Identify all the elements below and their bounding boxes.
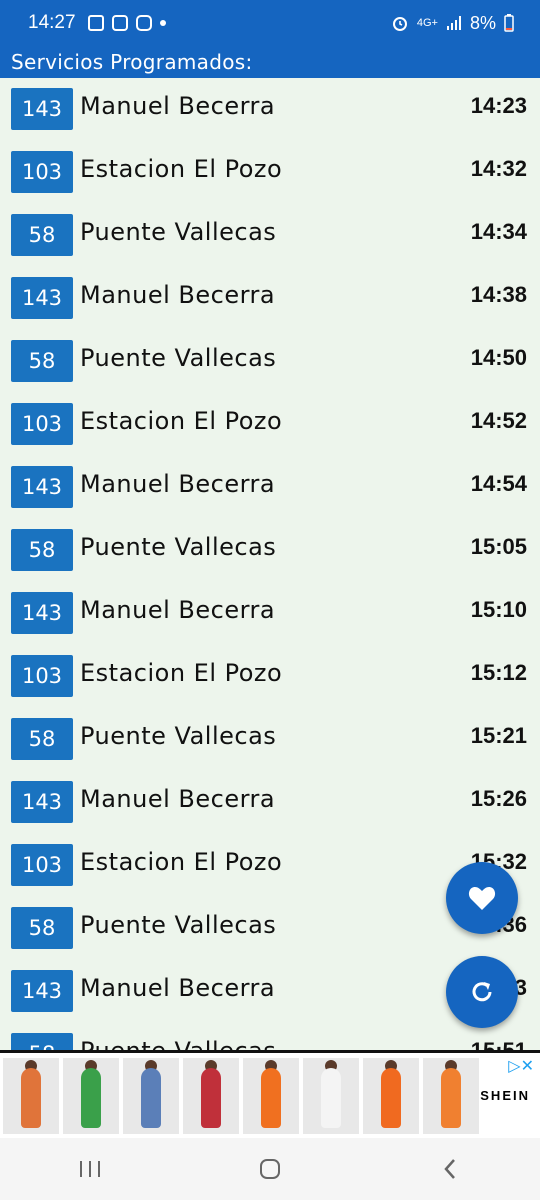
departure-time: 14:38 [470,282,527,307]
service-row[interactable]: 143 Manuel Becerra 14:54 [0,456,540,519]
destination-label: Puente Vallecas [80,1037,276,1050]
service-row[interactable]: 143 Manuel Becerra 14:23 [0,78,540,141]
service-row[interactable]: 58 Puente Vallecas 15:05 [0,519,540,582]
ad-thumbnails[interactable] [3,1057,479,1134]
heart-icon [468,887,496,910]
ad-product-image[interactable] [303,1057,359,1134]
ad-product-image[interactable] [183,1057,239,1134]
ad-product-image[interactable] [123,1057,179,1134]
departure-time: 15:12 [470,660,527,685]
page-title: Servicios Programados: [11,50,253,74]
alarm-icon [392,17,407,31]
adchoices-icon[interactable]: ▷✕ [508,1056,534,1075]
service-row[interactable]: 143 Manuel Becerra 14:38 [0,267,540,330]
line-badge: 103 [11,151,73,193]
destination-label: Puente Vallecas [80,533,277,561]
service-row[interactable]: 103 Estacion El Pozo 14:32 [0,141,540,204]
home-button[interactable] [240,1149,300,1189]
destination-label: Manuel Becerra [80,596,276,624]
battery-icon [504,14,514,32]
destination-label: Puente Vallecas [80,218,277,246]
departure-time: 15:10 [470,597,527,622]
destination-label: Manuel Becerra [80,785,276,813]
back-button[interactable] [420,1149,480,1189]
departure-time: 14:32 [470,156,527,181]
alert-icon [111,15,128,31]
line-badge: 58 [11,214,73,256]
back-icon [444,1159,455,1179]
ad-product-image[interactable] [3,1057,59,1134]
destination-label: Manuel Becerra [80,974,276,1002]
line-badge: 58 [11,718,73,760]
line-badge: 103 [11,655,73,697]
recent-apps-icon [80,1161,100,1177]
status-bar: 14:27 4G+ 8% [0,0,540,46]
service-row[interactable]: 58 Puente Vallecas 14:34 [0,204,540,267]
refresh-button[interactable] [446,956,518,1028]
network-type: 4G+ [416,17,438,29]
line-badge: 58 [11,1033,73,1050]
service-row[interactable]: 143 Manuel Becerra 15:26 [0,771,540,834]
recent-apps-button[interactable] [60,1149,120,1189]
departure-time: 15:21 [470,723,527,748]
favorite-button[interactable] [446,862,518,934]
departure-time: 14:23 [470,93,527,118]
destination-label: Estacion El Pozo [80,659,283,687]
destination-label: Puente Vallecas [80,911,277,939]
departure-time: 15:05 [470,534,527,559]
service-row[interactable]: 103 Estacion El Pozo 15:12 [0,645,540,708]
departure-time: 15:26 [470,786,527,811]
ad-brand[interactable]: SHEIN [480,1088,530,1103]
line-badge: 143 [11,970,73,1012]
service-row[interactable]: 103 Estacion El Pozo 14:52 [0,393,540,456]
line-badge: 58 [11,529,73,571]
home-icon [260,1159,280,1179]
destination-label: Manuel Becerra [80,92,276,120]
departure-time: 14:54 [470,471,527,496]
ad-product-image[interactable] [243,1057,299,1134]
destination-label: Manuel Becerra [80,281,276,309]
service-row[interactable]: 58 Puente Vallecas 15:21 [0,708,540,771]
ad-banner[interactable]: SHEIN ▷✕ [0,1050,540,1138]
ad-product-image[interactable] [63,1057,119,1134]
line-badge: 103 [11,403,73,445]
instagram-icon [135,15,152,31]
destination-label: Puente Vallecas [80,344,277,372]
departure-time: 15:51 [471,1038,527,1050]
destination-label: Estacion El Pozo [80,155,283,183]
departure-time: 14:50 [470,345,527,370]
destination-label: Puente Vallecas [80,722,277,750]
gallery-icon [87,15,104,31]
line-badge: 143 [11,466,73,508]
departure-time: 14:52 [470,408,527,433]
ad-product-image[interactable] [363,1057,419,1134]
service-row[interactable]: 143 Manuel Becerra 15:10 [0,582,540,645]
line-badge: 143 [11,592,73,634]
dot-icon [159,20,166,26]
signal-icon [446,16,461,30]
line-badge: 143 [11,781,73,823]
app-bar: Servicios Programados: [0,46,540,78]
status-time: 14:27 [28,12,76,33]
service-row[interactable]: 58 Puente Vallecas 15:51 [0,1023,540,1050]
line-badge: 58 [11,340,73,382]
destination-label: Estacion El Pozo [80,848,283,876]
departure-time: 14:34 [470,219,527,244]
refresh-icon [472,982,492,1002]
destination-label: Estacion El Pozo [80,407,283,435]
line-badge: 103 [11,844,73,886]
destination-label: Manuel Becerra [80,470,276,498]
line-badge: 143 [11,88,73,130]
line-badge: 143 [11,277,73,319]
system-nav-bar [0,1138,540,1200]
service-row[interactable]: 58 Puente Vallecas 14:50 [0,330,540,393]
line-badge: 58 [11,907,73,949]
battery-percent: 8% [469,12,496,33]
ad-product-image[interactable] [423,1057,479,1134]
